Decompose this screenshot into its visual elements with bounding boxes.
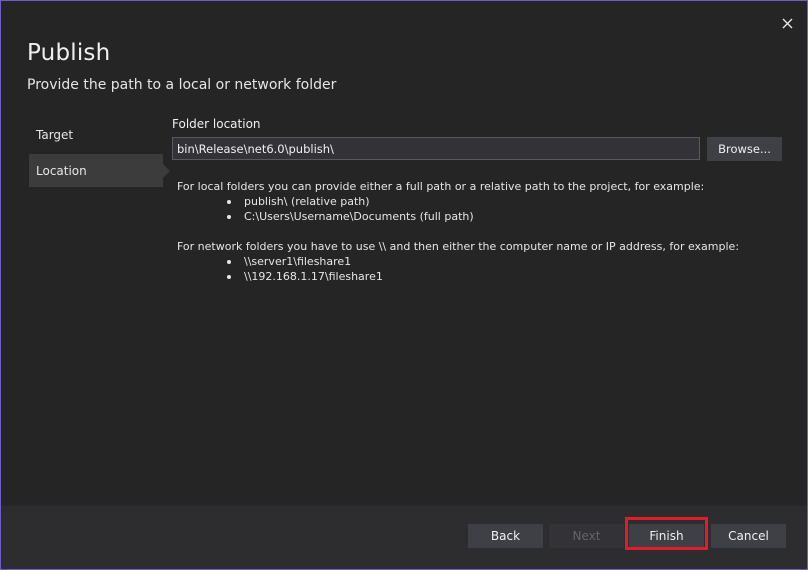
nav-item-location[interactable]: Location: [29, 154, 170, 187]
help-text: For local folders you can provide either…: [177, 179, 739, 284]
close-button[interactable]: [777, 13, 797, 33]
close-icon: [782, 18, 792, 28]
browse-button[interactable]: Browse...: [707, 137, 782, 161]
list-item: \\server1\fileshare1: [177, 254, 739, 269]
publish-dialog: Publish Provide the path to a local or n…: [0, 0, 808, 570]
step-nav: Target Location: [29, 118, 170, 190]
list-item: \\192.168.1.17\fileshare1: [177, 269, 739, 284]
local-folders-intro: For local folders you can provide either…: [177, 180, 705, 193]
folder-location-label: Folder location: [172, 117, 261, 131]
list-item: publish\ (relative path): [177, 194, 739, 209]
network-folders-intro: For network folders you have to use \\ a…: [177, 240, 740, 253]
folder-location-input[interactable]: [172, 137, 700, 160]
back-button[interactable]: Back: [468, 524, 543, 548]
network-examples-list: \\server1\fileshare1 \\192.168.1.17\file…: [177, 254, 739, 284]
next-button: Next: [549, 524, 624, 548]
local-examples-list: publish\ (relative path) C:\Users\Userna…: [177, 194, 739, 224]
dialog-title: Publish: [27, 40, 111, 66]
dialog-subtitle: Provide the path to a local or network f…: [27, 77, 337, 93]
cancel-button[interactable]: Cancel: [711, 524, 786, 548]
nav-item-label: Target: [36, 127, 74, 142]
nav-item-label: Location: [36, 163, 87, 178]
list-item: C:\Users\Username\Documents (full path): [177, 209, 739, 224]
finish-button[interactable]: Finish: [629, 524, 704, 548]
nav-item-target[interactable]: Target: [29, 118, 163, 151]
